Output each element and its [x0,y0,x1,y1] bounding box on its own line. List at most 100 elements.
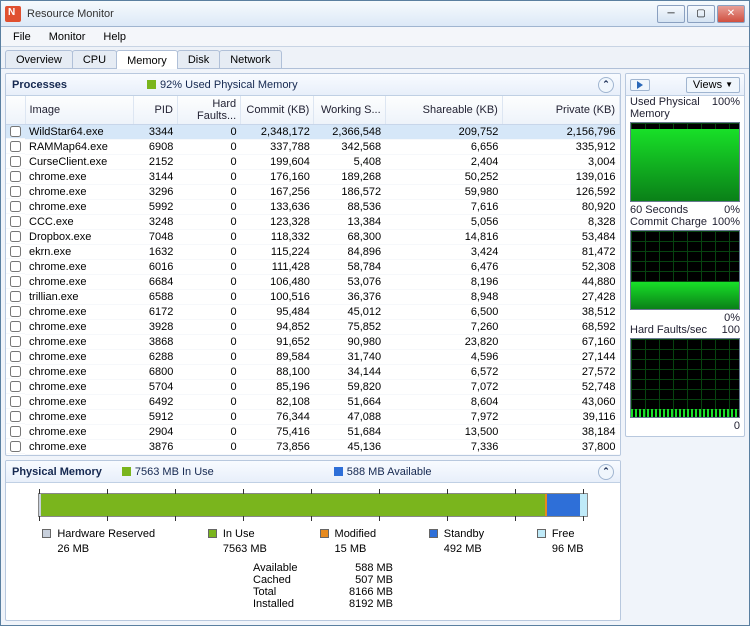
row-checkbox[interactable] [10,261,21,272]
table-row[interactable]: chrome.exe6492082,10851,6648,60443,060 [6,395,620,410]
memory-bar [38,493,588,517]
table-row[interactable]: RAMMap64.exe69080337,788342,5686,656335,… [6,140,620,155]
memory-stats: Available588 MBCached507 MBTotal8166 MBI… [253,562,393,610]
processes-table-scroll[interactable]: ImagePIDHard Faults...Commit (KB)Working… [6,96,620,455]
table-row[interactable]: chrome.exe31440176,160189,26850,252139,0… [6,170,620,185]
table-row[interactable]: CCC.exe32480123,32813,3845,0568,328 [6,215,620,230]
table-row[interactable]: chrome.exe6288089,58431,7404,59627,144 [6,350,620,365]
memory-usage-swatch [147,80,156,89]
tab-cpu[interactable]: CPU [72,50,117,68]
close-button[interactable]: ✕ [717,5,745,23]
table-row[interactable]: chrome.exe66840106,48053,0768,19644,880 [6,275,620,290]
table-row[interactable]: Dropbox.exe70480118,33268,30014,81653,48… [6,230,620,245]
legend-item: In Use7563 MB [208,527,267,556]
row-checkbox[interactable] [10,426,21,437]
row-checkbox[interactable] [10,366,21,377]
available-swatch [334,467,343,476]
legend-item: Modified15 MB [320,527,377,556]
legend-swatch [208,529,217,538]
table-row[interactable]: CurseClient.exe21520199,6045,4082,4043,0… [6,155,620,170]
table-row[interactable]: chrome.exe32960167,256186,57259,980126,5… [6,185,620,200]
play-icon [637,81,643,89]
views-label: Views [693,79,722,91]
minimize-button[interactable]: ─ [657,5,685,23]
row-checkbox[interactable] [10,336,21,347]
table-row[interactable]: chrome.exe3868091,65290,98023,82067,160 [6,335,620,350]
collapse-icon[interactable]: ⌃ [598,464,614,480]
table-row[interactable]: chrome.exe3876073,85645,1367,33637,800 [6,440,620,455]
column-header[interactable]: Hard Faults... [177,96,240,125]
table-row[interactable]: chrome.exe3928094,85275,8527,26068,592 [6,320,620,335]
row-checkbox[interactable] [10,306,21,317]
physical-memory-header[interactable]: Physical Memory 7563 MB In Use 588 MB Av… [6,461,620,483]
graph-title: Commit Charge [630,216,707,228]
table-row[interactable]: chrome.exe6800088,10034,1446,57227,572 [6,365,620,380]
row-checkbox[interactable] [10,351,21,362]
legend-item: Free96 MB [537,527,584,556]
in-use-label: 7563 MB In Use [135,466,214,478]
table-row[interactable]: trillian.exe65880100,51636,3768,94827,42… [6,290,620,305]
menu-help[interactable]: Help [95,29,134,45]
row-checkbox[interactable] [10,381,21,392]
play-button[interactable] [630,79,650,91]
perf-graph [630,122,740,202]
row-checkbox[interactable] [10,441,21,452]
perf-graph [630,338,740,418]
collapse-icon[interactable]: ⌃ [598,77,614,93]
table-header-row: ImagePIDHard Faults...Commit (KB)Working… [6,96,620,125]
table-row[interactable]: WildStar64.exe334402,348,1722,366,548209… [6,125,620,140]
row-checkbox[interactable] [10,156,21,167]
menu-monitor[interactable]: Monitor [41,29,94,45]
legend-item: Hardware Reserved26 MB [42,527,155,556]
table-row[interactable]: chrome.exe5704085,19659,8207,07252,748 [6,380,620,395]
tab-memory[interactable]: Memory [116,50,178,69]
legend-swatch [42,529,51,538]
table-row[interactable]: ekrn.exe16320115,22484,8963,42481,472 [6,245,620,260]
column-header[interactable]: Working S... [314,96,385,125]
row-checkbox[interactable] [10,141,21,152]
row-checkbox[interactable] [10,201,21,212]
column-header[interactable]: Image [25,96,134,125]
chevron-down-icon: ▼ [725,80,733,89]
views-button[interactable]: Views▼ [686,77,740,93]
tab-network[interactable]: Network [219,50,281,68]
legend-item: Standby492 MB [429,527,484,556]
row-checkbox[interactable] [10,186,21,197]
processes-header[interactable]: Processes 92% Used Physical Memory ⌃ [6,74,620,96]
title-bar: Resource Monitor ─ ▢ ✕ [1,1,749,27]
legend-swatch [320,529,329,538]
row-checkbox[interactable] [10,246,21,257]
in-use-swatch [122,467,131,476]
maximize-button[interactable]: ▢ [687,5,715,23]
column-header[interactable]: Shareable (KB) [385,96,502,125]
row-checkbox[interactable] [10,231,21,242]
window-title: Resource Monitor [27,8,657,20]
column-header[interactable]: Private (KB) [502,96,619,125]
table-row[interactable]: chrome.exe60160111,42858,7846,47652,308 [6,260,620,275]
tab-strip: OverviewCPUMemoryDiskNetwork [1,47,749,69]
row-checkbox[interactable] [10,171,21,182]
tab-disk[interactable]: Disk [177,50,220,68]
table-row[interactable]: chrome.exe59920133,63688,5367,61680,920 [6,200,620,215]
column-header[interactable]: Commit (KB) [241,96,314,125]
row-checkbox[interactable] [10,276,21,287]
table-row[interactable]: chrome.exe2904075,41651,68413,50038,184 [6,425,620,440]
memory-usage-label: 92% Used Physical Memory [160,79,298,91]
column-header[interactable]: PID [134,96,177,125]
table-row[interactable]: chrome.exe5912076,34447,0887,97239,116 [6,410,620,425]
sidebar-header: Views▼ [626,74,744,96]
tab-overview[interactable]: Overview [5,50,73,68]
memory-legend: Hardware Reserved26 MB In Use7563 MB Modif… [16,527,610,556]
table-row[interactable]: chrome.exe5376073,40074,79623,70051,096 [6,455,620,456]
row-checkbox[interactable] [10,126,21,137]
row-checkbox[interactable] [10,411,21,422]
perf-graph [630,230,740,310]
processes-title: Processes [12,79,67,91]
table-row[interactable]: chrome.exe6172095,48445,0126,50038,512 [6,305,620,320]
row-checkbox[interactable] [10,321,21,332]
menu-file[interactable]: File [5,29,39,45]
row-checkbox[interactable] [10,291,21,302]
row-checkbox[interactable] [10,216,21,227]
graph-title: Hard Faults/sec [630,324,707,336]
row-checkbox[interactable] [10,396,21,407]
